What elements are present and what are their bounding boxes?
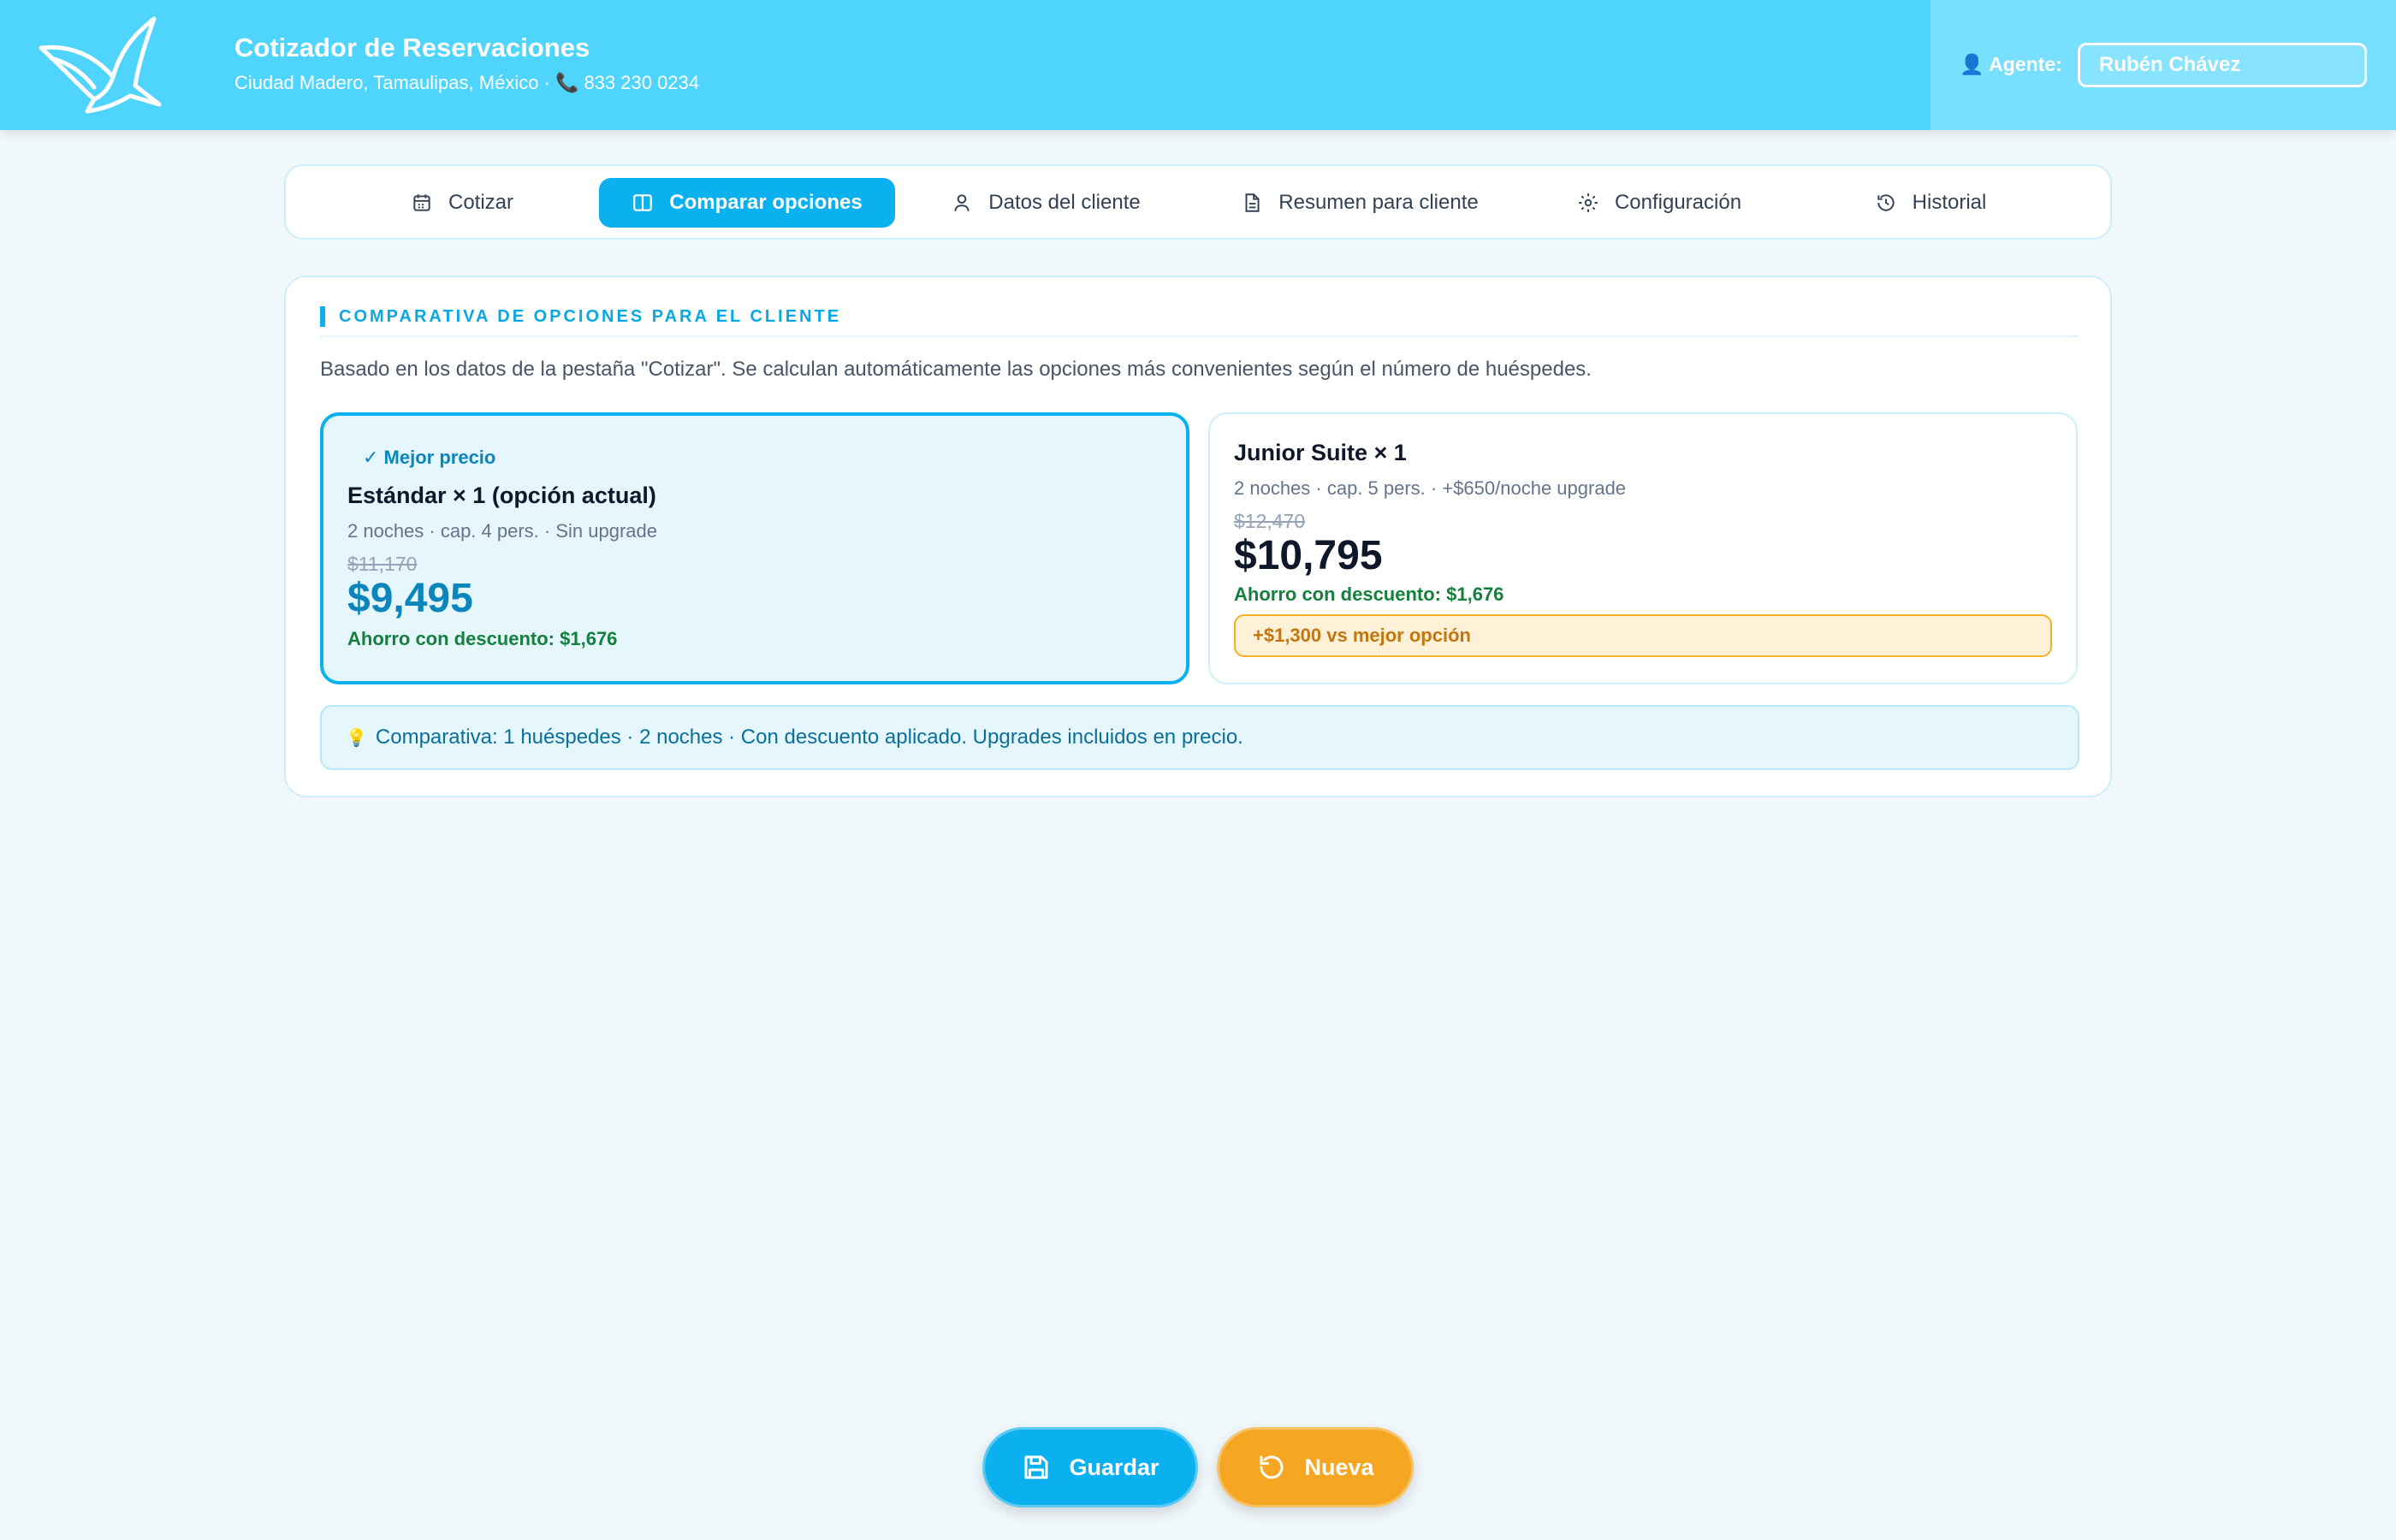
calendar-icon [413,194,430,211]
option-card-alt[interactable]: Junior Suite × 1 2 noches · cap. 5 pers.… [1208,412,2078,684]
document-icon [1245,193,1260,212]
seagull-logo-icon [39,16,162,114]
user-icon [954,194,970,211]
save-icon [1024,1455,1048,1479]
tab-comparar-opciones[interactable]: Comparar opciones [599,178,895,228]
tab-label: Comparar opciones [669,191,863,214]
price-difference-badge: +$1,300 vs mejor opción [1234,614,2052,657]
tab-label: Cotizar [448,191,514,214]
section-title: COMPARATIVA DE OPCIONES PARA EL CLIENTE [320,306,841,327]
option-card-best[interactable]: ✓ Mejor precio Estándar × 1 (opción actu… [320,412,1189,684]
savings-text: Ahorro con descuento: $1,676 [347,628,618,649]
main-tabs: Cotizar Comparar opciones Datos del clie… [284,164,2112,240]
savings-text: Ahorro con descuento: $1,676 [1234,583,1504,605]
agent-name-input[interactable] [2078,43,2367,87]
agent-label: 👤 Agente: [1960,53,2062,75]
reset-icon [1260,1455,1284,1479]
lightbulb-icon: 💡 [346,729,367,748]
new-label: Nueva [1304,1454,1374,1480]
note-text: Comparativa: 1 huéspedes · 2 noches · Co… [375,726,1243,749]
divider [320,335,2079,337]
tab-datos-cliente[interactable]: Datos del cliente [926,178,1165,228]
comparison-note: 💡 Comparativa: 1 huéspedes · 2 noches · C… [320,705,2079,770]
app-header: Cotizador de Reservaciones Ciudad Madero… [0,0,2396,130]
option-name: Junior Suite × 1 [1234,440,1407,465]
tab-label: Configuración [1614,191,1742,214]
gear-icon [1579,193,1598,212]
save-button[interactable]: Guardar [982,1427,1198,1507]
original-price: $11,170 [347,553,418,575]
columns-icon [633,194,653,211]
original-price: $12,470 [1234,510,1306,532]
intro-text: Basado en los datos de la pestaña "Cotiz… [320,358,1592,381]
comparison-card: COMPARATIVA DE OPCIONES PARA EL CLIENTE … [284,275,2112,797]
tab-cotizar[interactable]: Cotizar [368,178,556,228]
tab-resumen-cliente[interactable]: Resumen para cliente [1219,178,1501,228]
best-price-badge: ✓ Mejor precio [363,447,496,468]
app-title: Cotizador de Reservaciones [234,33,590,62]
location-contact: Ciudad Madero, Tamaulipas, México · 📞 83… [234,72,700,93]
tab-historial[interactable]: Historial [1845,178,2016,228]
history-icon [1877,194,1895,211]
save-label: Guardar [1069,1454,1159,1480]
option-details: 2 noches · cap. 5 pers. · +$650/noche up… [1234,477,1627,499]
option-name: Estándar × 1 (opción actual) [347,483,656,508]
tab-label: Resumen para cliente [1278,191,1479,214]
tab-label: Datos del cliente [988,191,1141,214]
tab-label: Historial [1912,191,1987,214]
discounted-price: $9,495 [347,576,473,621]
tab-configuracion[interactable]: Configuración [1552,178,1766,228]
discounted-price: $10,795 [1234,533,1383,578]
new-quote-button[interactable]: Nueva [1217,1427,1414,1507]
option-details: 2 noches · cap. 4 pers. · Sin upgrade [347,520,657,542]
